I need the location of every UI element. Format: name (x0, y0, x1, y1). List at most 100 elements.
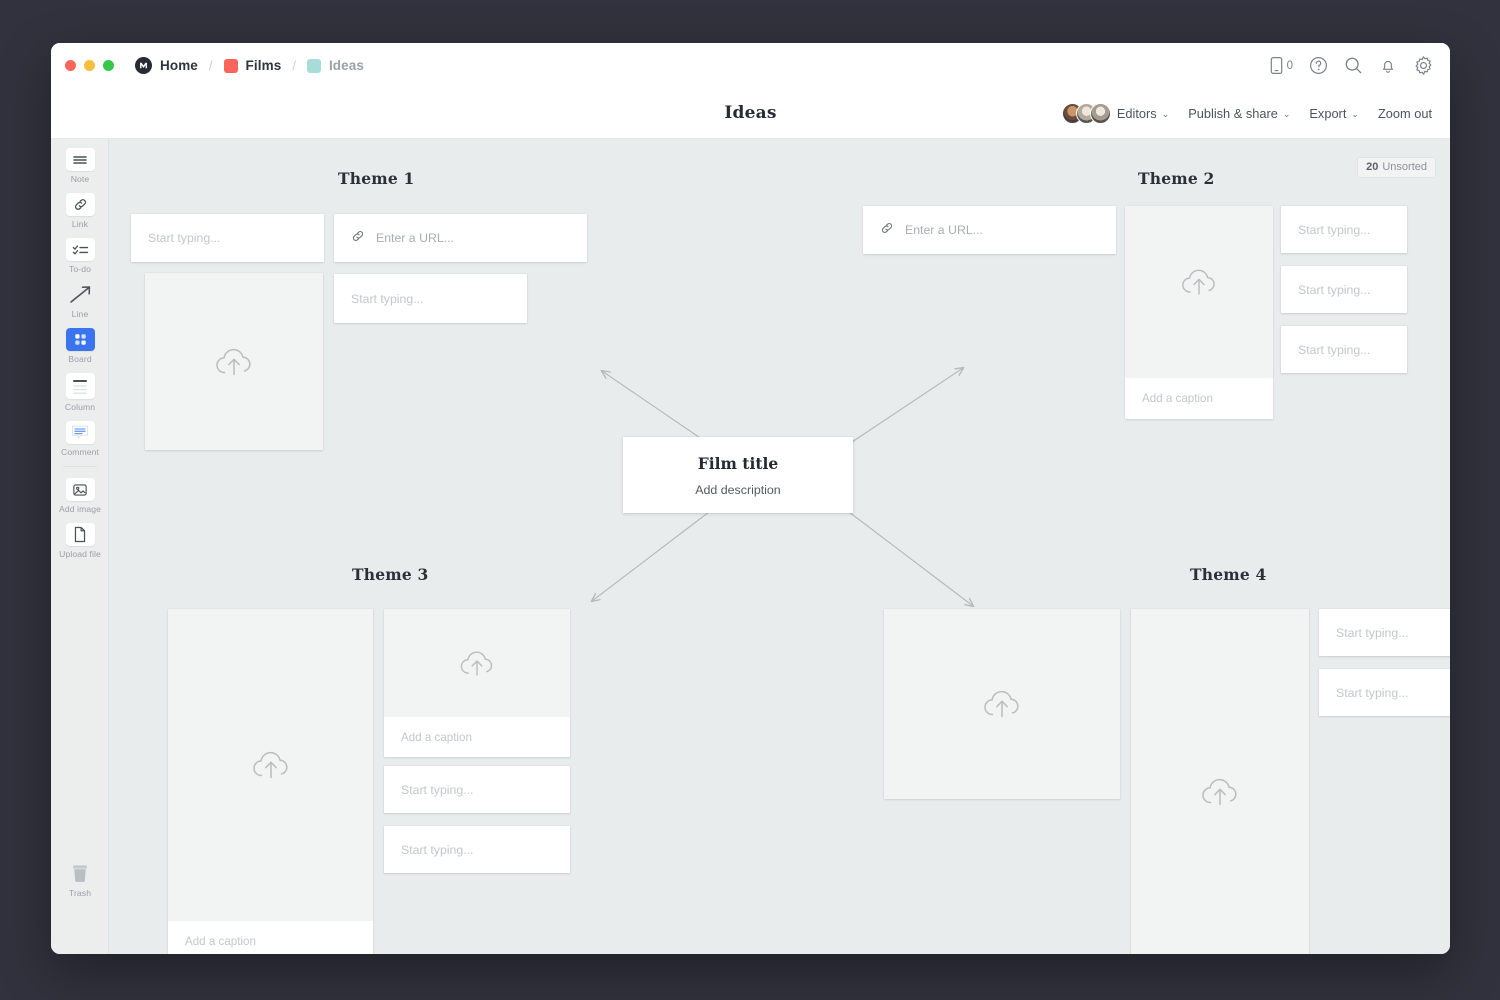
close-button[interactable] (65, 60, 76, 71)
app-body: Note Link (51, 139, 1450, 954)
sidebar-label-todo: To-do (69, 264, 91, 274)
publish-share-label: Publish & share (1188, 106, 1278, 121)
link-icon (66, 193, 95, 216)
add-image-icon (66, 478, 95, 501)
cloud-upload-icon (168, 609, 373, 921)
sidebar-divider (63, 466, 97, 467)
maximize-button[interactable] (103, 60, 114, 71)
zoom-out-label: Zoom out (1378, 106, 1432, 121)
sidebar-item-link[interactable]: Link (51, 184, 109, 229)
breadcrumb-item-home[interactable]: Home (135, 57, 198, 74)
export-button[interactable]: Export ⌄ (1309, 106, 1359, 121)
breadcrumb-separator-2: / (292, 58, 296, 73)
image-upload-card[interactable]: Add a caption (168, 609, 373, 954)
caption-placeholder[interactable]: Add a caption (384, 717, 570, 757)
cloud-upload-icon (145, 273, 323, 450)
cloud-upload-icon (1125, 206, 1273, 357)
note-card[interactable]: Start typing... (384, 766, 570, 813)
sidebar-label-trash: Trash (69, 888, 91, 898)
chevron-down-icon: ⌄ (1351, 109, 1359, 120)
sidebar-label-line: Line (72, 309, 89, 319)
link-card[interactable]: Enter a URL... (334, 214, 587, 262)
unsorted-count: 20 (1366, 161, 1378, 173)
note-placeholder: Start typing... (1298, 283, 1370, 297)
theme-title-4: Theme 4 (1190, 565, 1267, 584)
header-actions: Editors ⌄ Publish & share ⌄ Export ⌄ Zoo… (1062, 88, 1432, 139)
note-placeholder: Start typing... (1298, 223, 1370, 237)
chevron-down-icon: ⌄ (1283, 109, 1291, 120)
sidebar-label-column: Column (65, 402, 95, 412)
film-title-card[interactable]: Film title Add description (623, 437, 853, 513)
note-card[interactable]: Start typing... (131, 214, 324, 262)
breadcrumb-label-ideas: Ideas (329, 58, 364, 73)
titlebar: Home / Films / Ideas 0 (51, 43, 1450, 88)
note-card[interactable]: Start typing... (384, 826, 570, 873)
header-bar: Ideas Editors ⌄ Publish & share ⌄ Export… (51, 88, 1450, 139)
sidebar-item-board[interactable]: Board (51, 319, 109, 364)
editors-button[interactable]: Editors ⌄ (1062, 103, 1169, 124)
page-title: Ideas (724, 103, 776, 123)
sidebar-item-column[interactable]: Column (51, 364, 109, 412)
caption-placeholder[interactable]: Add a caption (168, 921, 373, 954)
todo-icon (66, 238, 95, 261)
sidebar-item-upload-file[interactable]: Upload file (51, 514, 109, 559)
theme-title-3: Theme 3 (352, 565, 429, 584)
line-arrow-icon (66, 283, 95, 306)
minimize-button[interactable] (84, 60, 95, 71)
breadcrumb-item-films[interactable]: Films (224, 58, 282, 73)
note-card[interactable]: Start typing... (1281, 266, 1407, 313)
note-placeholder: Start typing... (1336, 686, 1408, 700)
sidebar-label-upload-file: Upload file (59, 549, 101, 559)
film-description[interactable]: Add description (695, 483, 780, 497)
sidebar-label-note: Note (71, 174, 90, 184)
board-canvas[interactable]: 20 Unsorted Theme 1 Start typing... Ente… (109, 139, 1450, 954)
note-card[interactable]: Start typing... (1319, 609, 1450, 656)
link-card[interactable]: Enter a URL... (863, 206, 1116, 254)
avatar-group[interactable] (1062, 103, 1111, 124)
zoom-out-button[interactable]: Zoom out (1378, 106, 1432, 121)
sidebar-label-board: Board (68, 354, 91, 364)
sidebar-item-note[interactable]: Note (51, 139, 109, 184)
sidebar-item-add-image[interactable]: Add image (51, 469, 109, 514)
url-placeholder: Enter a URL... (905, 223, 983, 237)
caption-placeholder[interactable]: Add a caption (1125, 378, 1273, 419)
sidebar-item-line[interactable]: Line (51, 274, 109, 319)
sidebar-item-todo[interactable]: To-do (51, 229, 109, 274)
sidebar-item-comment[interactable]: Comment (51, 412, 109, 457)
bell-icon[interactable] (1379, 56, 1397, 75)
image-upload-card[interactable] (145, 273, 323, 450)
editors-label: Editors (1117, 106, 1157, 121)
note-placeholder: Start typing... (1336, 626, 1408, 640)
help-circle-icon[interactable] (1309, 56, 1328, 75)
theme-title-1: Theme 1 (338, 169, 415, 188)
image-upload-card[interactable]: Add a caption (1125, 206, 1273, 419)
cloud-upload-icon (884, 609, 1120, 799)
note-card[interactable]: Start typing... (334, 274, 527, 323)
unsorted-label: Unsorted (1382, 161, 1427, 173)
breadcrumb-label-films: Films (246, 58, 282, 73)
trash-icon (66, 862, 95, 885)
image-upload-card[interactable]: Add a caption (384, 609, 570, 757)
unsorted-badge[interactable]: 20 Unsorted (1357, 157, 1436, 178)
search-icon[interactable] (1344, 56, 1363, 75)
note-card[interactable]: Start typing... (1281, 206, 1407, 253)
gear-icon[interactable] (1413, 55, 1434, 76)
mobile-device-icon[interactable] (1269, 56, 1284, 75)
image-upload-card[interactable] (884, 609, 1120, 799)
color-swatch-icon-films (224, 59, 238, 73)
image-upload-card[interactable]: Add a caption (1131, 609, 1309, 954)
note-card[interactable]: Start typing... (1319, 669, 1450, 716)
milanote-logo-icon (135, 57, 152, 74)
note-placeholder: Start typing... (401, 783, 473, 797)
note-card[interactable]: Start typing... (1281, 326, 1407, 373)
sidebar-label-add-image: Add image (59, 504, 101, 514)
breadcrumb-item-ideas[interactable]: Ideas (307, 58, 364, 73)
column-icon (66, 373, 95, 399)
film-title: Film title (698, 454, 779, 473)
sidebar-item-trash[interactable]: Trash (51, 853, 109, 898)
window-traffic-lights[interactable] (65, 60, 114, 71)
avatar (1090, 103, 1111, 124)
device-count-label: 0 (1287, 60, 1293, 72)
publish-share-button[interactable]: Publish & share ⌄ (1188, 106, 1290, 121)
url-placeholder: Enter a URL... (376, 231, 454, 245)
